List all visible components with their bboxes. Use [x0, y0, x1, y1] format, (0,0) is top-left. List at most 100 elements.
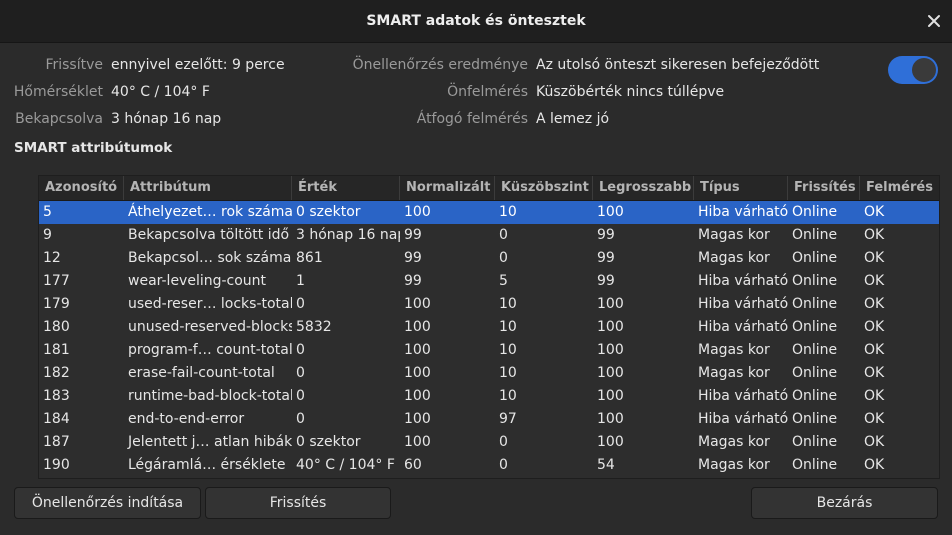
cell-type: Magas kor — [698, 365, 770, 381]
cell-assessment: OK — [864, 365, 885, 381]
refresh-button[interactable]: Frissítés — [205, 487, 391, 519]
table-row[interactable]: 9 Bekapcsolva töltött idő 3 hónap 16 nap 99… — [39, 224, 939, 247]
cell-id: 184 — [43, 411, 70, 427]
cell-assessment: OK — [864, 319, 885, 335]
cell-value: 0 szektor — [296, 434, 361, 450]
temperature-value: 40° C / 104° F — [111, 84, 210, 100]
table-row[interactable]: 190 Légáramlá… érséklete 40° C / 104° F 60 0… — [39, 454, 939, 477]
cell-assessment: OK — [864, 204, 885, 220]
cell-assessment: OK — [864, 411, 885, 427]
cell-value: 0 — [296, 388, 305, 404]
table-row[interactable]: 184 end-to-end-error 0 100 97 100 Hiba várható… — [39, 408, 939, 431]
start-selftest-button[interactable]: Önellenőrzés indítása — [14, 487, 201, 519]
cell-assessment: OK — [864, 388, 885, 404]
cell-id: 190 — [43, 457, 70, 473]
close-icon[interactable] — [924, 11, 944, 31]
table-row[interactable]: 179 used-reser… locks-total 0 100 10 100 Hiba … — [39, 293, 939, 316]
cell-worst: 100 — [597, 365, 624, 381]
toggle-knob — [912, 58, 936, 82]
cell-value: 40° C / 104° F — [296, 457, 395, 473]
table-row[interactable]: 182 erase-fail-count-total 0 100 10 100 Magas … — [39, 362, 939, 385]
cell-worst: 100 — [597, 319, 624, 335]
table-row[interactable]: 181 program-f… count-total 0 100 10 100 Magas … — [39, 339, 939, 362]
cell-worst: 100 — [597, 434, 624, 450]
cell-assessment: OK — [864, 434, 885, 450]
header-updates[interactable]: Frissítés — [788, 176, 860, 200]
cell-threshold: 0 — [499, 227, 508, 243]
cell-attribute: erase-fail-count-total — [128, 365, 275, 381]
self-assessment-label: Önfelmérés — [447, 84, 528, 100]
overall-assessment-value: A lemez jó — [536, 111, 610, 127]
updated-label: Frissítve — [45, 57, 103, 73]
header-threshold[interactable]: Küszöbszint — [495, 176, 593, 200]
powered-on-label: Bekapcsolva — [15, 111, 103, 127]
table-row[interactable]: 183 runtime-bad-block-total 0 100 10 100 Hiba … — [39, 385, 939, 408]
cell-worst: 100 — [597, 296, 624, 312]
cell-normalized: 99 — [404, 273, 422, 289]
cell-threshold: 10 — [499, 296, 517, 312]
cell-value: 0 — [296, 365, 305, 381]
cell-updates: Online — [792, 434, 838, 450]
cell-value: 861 — [296, 250, 323, 266]
cell-attribute: wear-leveling-count — [128, 273, 267, 289]
window-title: SMART adatok és öntesztek — [366, 13, 586, 29]
cell-worst: 99 — [597, 227, 615, 243]
header-normalized[interactable]: Normalizált — [400, 176, 495, 200]
cell-type: Hiba várható — [698, 411, 788, 427]
cell-assessment: OK — [864, 457, 885, 473]
cell-threshold: 10 — [499, 319, 517, 335]
smart-attributes-table: Azonosító Attribútum Érték Normalizált K… — [38, 175, 940, 479]
cell-attribute: Jelentett j… atlan hibák — [128, 434, 292, 450]
cell-type: Magas kor — [698, 227, 770, 243]
cell-id: 5 — [43, 204, 52, 220]
cell-assessment: OK — [864, 296, 885, 312]
cell-attribute: Bekapcsol… sok száma — [128, 250, 292, 266]
cell-id: 12 — [43, 250, 61, 266]
header-worst[interactable]: Legrosszabb — [593, 176, 694, 200]
header-type[interactable]: Típus — [694, 176, 788, 200]
cell-value: 0 szektor — [296, 204, 361, 220]
cell-updates: Online — [792, 411, 838, 427]
table-row[interactable]: 5 Áthelyezet… rok száma 0 szektor 100 10 100 H… — [39, 201, 939, 224]
cell-value: 1 — [296, 273, 305, 289]
cell-normalized: 100 — [404, 319, 431, 335]
cell-type: Hiba várható — [698, 273, 788, 289]
cell-threshold: 0 — [499, 457, 508, 473]
table-row[interactable]: 12 Bekapcsol… sok száma 861 99 0 99 Magas kor O… — [39, 247, 939, 270]
header-id[interactable]: Azonosító — [39, 176, 124, 200]
cell-normalized: 100 — [404, 296, 431, 312]
cell-value: 0 — [296, 296, 305, 312]
cell-threshold: 0 — [499, 434, 508, 450]
cell-normalized: 100 — [404, 204, 431, 220]
cell-type: Hiba várható — [698, 388, 788, 404]
header-attribute[interactable]: Attribútum — [124, 176, 292, 200]
cell-updates: Online — [792, 273, 838, 289]
cell-worst: 99 — [597, 273, 615, 289]
cell-attribute: program-f… count-total — [128, 342, 292, 358]
cell-id: 177 — [43, 273, 70, 289]
cell-worst: 100 — [597, 411, 624, 427]
header-assessment[interactable]: Felmérés — [860, 176, 939, 200]
cell-id: 9 — [43, 227, 52, 243]
cell-threshold: 10 — [499, 388, 517, 404]
table-row[interactable]: 177 wear-leveling-count 1 99 5 99 Hiba várható… — [39, 270, 939, 293]
cell-value: 0 — [296, 411, 305, 427]
cell-updates: Online — [792, 342, 838, 358]
cell-attribute: Légáramlá… érséklete — [128, 457, 286, 473]
title-bar: SMART adatok és öntesztek — [0, 0, 952, 43]
powered-on-value: 3 hónap 16 nap — [111, 111, 222, 127]
self-assessment-value: Küszöbérték nincs túllépve — [536, 84, 725, 100]
cell-type: Magas kor — [698, 457, 770, 473]
close-button[interactable]: Bezárás — [751, 487, 938, 519]
smart-enabled-toggle[interactable] — [888, 56, 938, 84]
table-row[interactable]: 187 Jelentett j… atlan hibák 0 szektor 100 0… — [39, 431, 939, 454]
header-value[interactable]: Érték — [292, 176, 400, 200]
cell-updates: Online — [792, 250, 838, 266]
cell-value: 5832 — [296, 319, 332, 335]
cell-type: Magas kor — [698, 250, 770, 266]
table-row[interactable]: 180 unused-reserved-blocks 5832 100 10 100 Hib… — [39, 316, 939, 339]
cell-updates: Online — [792, 388, 838, 404]
cell-normalized: 100 — [404, 342, 431, 358]
cell-assessment: OK — [864, 227, 885, 243]
info-right: Önellenőrzés eredménye Az utolsó önteszt … — [300, 52, 820, 133]
